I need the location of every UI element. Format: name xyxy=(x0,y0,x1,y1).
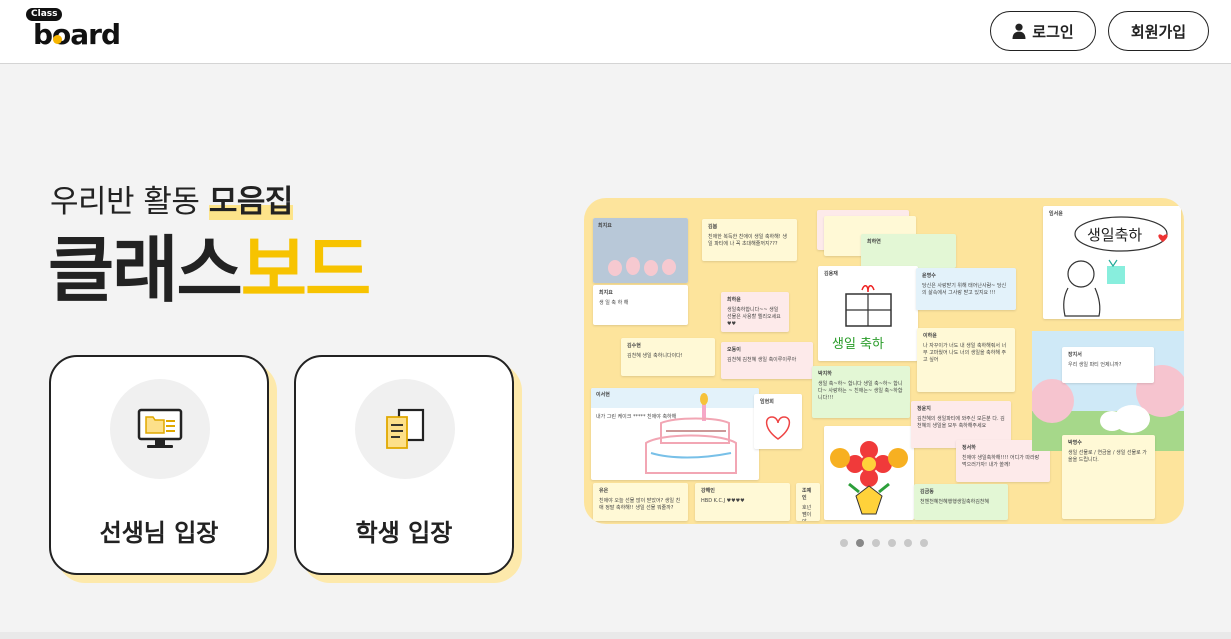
signup-button[interactable]: 회원가입 xyxy=(1108,11,1209,51)
note-card: 장지서 우리 생일 파티 언제니까? xyxy=(1062,347,1154,383)
hero-title-yellow: 보드 xyxy=(240,228,371,312)
computer-folder-icon xyxy=(137,408,183,448)
hero-title: 클래스보드 xyxy=(48,225,371,315)
note-card xyxy=(824,426,914,520)
note-card: 박지하 생일 축~하~ 합니다 생일 축~하~ 합니다~ 사랑하는 ~ 친애는~… xyxy=(812,366,910,418)
documents-icon xyxy=(386,408,425,449)
note-card: 강해인 HBD K.C.J ♥♥♥♥ xyxy=(695,483,790,521)
bottom-divider xyxy=(0,632,1231,639)
note-card: 조예인 호넌쨈이야 xyxy=(796,483,820,521)
svg-text:생일 축하: 생일 축하 xyxy=(832,337,884,352)
svg-text:생일축하: 생일축하 xyxy=(1087,226,1142,244)
teacher-entry-card[interactable]: 선생님 입장 xyxy=(49,355,269,575)
note-card: 김용재 생일 축하 xyxy=(818,266,918,361)
carousel-dot[interactable] xyxy=(920,539,928,547)
note-card: 최지요 xyxy=(593,218,688,283)
note-card: 박명수 생일 선물로 / 연금을 / 생일 선물로 가을을 드립니다. xyxy=(1062,435,1155,519)
note-card: 김수현 김천혜 생일 축하니다이다! xyxy=(621,338,715,376)
note-card: 임현희 xyxy=(754,394,802,449)
board-preview-image: 최지요 김봄 친애한 복득한 친애이 생일 축하해! 생일 파티에 나 꼭 초대… xyxy=(584,198,1184,524)
carousel-dot[interactable] xyxy=(904,539,912,547)
carousel-dots xyxy=(840,539,928,547)
note-card: 오동이 김천혜 김천혜 생일 축이루이루아 xyxy=(721,342,813,379)
hero-subtitle-highlight: 모음집 xyxy=(208,184,293,220)
note-card: 윤명수 당신은 사랑받기 위해 태어난사람~ 당신의 삶속에서 그사랑 받고 있… xyxy=(916,268,1016,310)
note-card: 최하윤 생일축하합니다~~ 생일 선물은 사용할 엘리오세요 ♥♥ xyxy=(721,292,789,332)
student-icon-circle xyxy=(355,379,455,479)
student-entry-card[interactable]: 학생 입장 xyxy=(294,355,514,575)
teacher-icon-circle xyxy=(110,379,210,479)
carousel-dot[interactable] xyxy=(872,539,880,547)
person-icon xyxy=(1012,23,1026,39)
note-card: 유은 친애야 오늘 선물 많이 받았어? 생일 친애 정말 축하해!! 생일 선… xyxy=(593,483,688,521)
classboard-logo[interactable]: Class board xyxy=(26,8,126,54)
carousel-dot[interactable] xyxy=(856,539,864,547)
teacher-entry-label: 선생님 입장 xyxy=(99,519,219,547)
logo-yellow-dot xyxy=(53,35,62,44)
signup-label: 회원가입 xyxy=(1130,22,1187,41)
login-label: 로그인 xyxy=(1032,22,1074,41)
carousel-dot[interactable] xyxy=(888,539,896,547)
hero-subtitle: 우리반 활동 모음집 xyxy=(50,176,293,221)
top-header: Class board 로그인 회원가입 xyxy=(0,0,1231,64)
note-card: 최하연 xyxy=(861,234,956,268)
hero-subtitle-plain: 우리반 활동 xyxy=(50,184,209,220)
login-button[interactable]: 로그인 xyxy=(990,11,1096,51)
note-card: 김금동 천헨천혜천혜행행생일축하김천혜 xyxy=(914,484,1008,520)
note-card: 임서윤 생일축하 xyxy=(1043,206,1181,319)
note-card: 최지요 생 일 축 하 해 xyxy=(593,285,688,325)
note-card: 이하윤 나 자꾸이가 너도 내 생일 축하해줘서 너무 고마웠어 나도 너의 생… xyxy=(917,328,1015,392)
hero-title-dark: 클래스 xyxy=(48,228,243,312)
logo-wordmark: board xyxy=(33,18,121,51)
note-card: 이서현 내가 그린 케이크 ***** 친애야 축하해 xyxy=(591,388,759,480)
carousel-dot[interactable] xyxy=(840,539,848,547)
student-entry-label: 학생 입장 xyxy=(355,519,453,547)
note-card: 김봄 친애한 복득한 친애이 생일 축하해! 생일 파티에 나 꼭 초대해줄꺼지… xyxy=(702,219,797,261)
